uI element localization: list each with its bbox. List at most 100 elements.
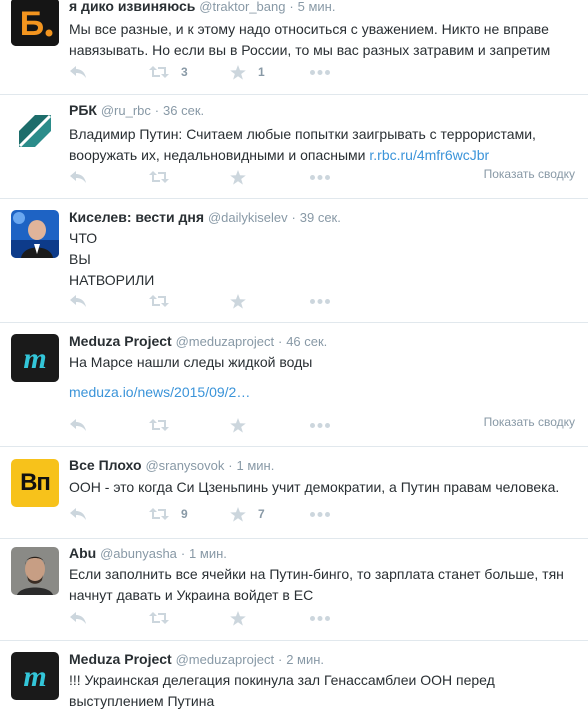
tweet-link[interactable]: r.rbc.ru/4mfr6wcJbr [369,147,489,163]
username[interactable]: @meduzaproject [176,652,274,667]
more-dots-icon [310,298,330,304]
separator: · [277,334,283,349]
tweet-text: Мы все разные, и к этому надо относиться… [69,21,551,58]
favorite-button[interactable] [230,608,246,628]
retweet-icon [149,66,169,78]
reply-button[interactable] [69,167,87,187]
timestamp[interactable]: 46 сек. [286,334,327,349]
retweet-icon [149,419,169,431]
retweet-icon [149,295,169,307]
tweet[interactable]: Вп Все Плохо @sranysovok · 1 мин. ООН - … [0,447,588,539]
separator: · [228,458,233,473]
timestamp[interactable]: 5 мин. [298,0,336,14]
retweet-button[interactable] [149,608,169,628]
tweet[interactable]: m Meduza Project @meduzaproject · 2 мин.… [0,641,588,722]
username[interactable]: @meduzaproject [176,334,274,349]
retweet-count: 3 [181,65,188,79]
tweet-header: РБК @ru_rbc · 36 сек. [69,100,578,120]
favorite-button[interactable] [230,167,246,187]
tweet[interactable]: m Meduza Project @meduzaproject · 46 сек… [0,323,588,447]
tweet-link[interactable]: meduza.io/news/2015/09/2… [69,382,578,403]
fullname[interactable]: я дико извиняюсь [69,0,195,14]
reply-icon [70,419,86,431]
rbc-logo-icon [11,107,59,155]
reply-button[interactable] [69,62,87,82]
more-button[interactable] [310,608,330,628]
avatar[interactable]: Вп [11,459,59,507]
timestamp[interactable]: 2 мин. [286,652,324,667]
tweet[interactable]: Abu @abunyasha · 1 мин. Если заполнить в… [0,539,588,641]
favorite-button[interactable]: 7 [230,504,265,524]
retweet-button[interactable]: 3 [149,62,188,82]
retweet-button[interactable] [149,415,169,435]
tweet-actions: 9 7 [69,504,578,524]
more-button[interactable] [310,504,330,524]
fullname[interactable]: Киселев: вести дня [69,209,204,225]
favorite-button[interactable]: 1 [230,62,265,82]
username[interactable]: @traktor_bang [199,0,285,14]
meduza-logo-icon: m [11,652,59,700]
favorite-button[interactable] [230,415,246,435]
fullname[interactable]: Meduza Project [69,651,172,667]
star-icon [230,417,246,433]
avatar[interactable] [11,107,59,155]
timestamp[interactable]: 1 мин. [237,458,275,473]
fullname[interactable]: Все Плохо [69,457,142,473]
retweet-button[interactable] [149,167,169,187]
favorite-button[interactable] [230,291,246,311]
username[interactable]: @ru_rbc [101,103,151,118]
tweet-text: ООН - это когда Си Цзеньпинь учит демокр… [69,479,560,495]
separator: · [277,652,283,667]
reply-button[interactable] [69,415,87,435]
retweet-button[interactable]: 9 [149,504,188,524]
retweet-icon [149,508,169,520]
tweet-actions [69,291,578,311]
tweet-actions [69,608,578,628]
timestamp[interactable]: 36 сек. [163,103,204,118]
svg-text:Б: Б [20,5,44,43]
username[interactable]: @dailykiselev [208,210,288,225]
tweet-timeline: Б я дико извиняюсь @traktor_bang · 5 мин… [0,0,588,722]
more-button[interactable] [310,167,330,187]
star-icon [230,293,246,309]
avatar[interactable]: m [11,652,59,700]
more-button[interactable] [310,415,330,435]
avatar[interactable] [11,547,59,595]
reply-icon [70,66,86,78]
vp-logo-text: Вп [20,469,51,496]
more-button[interactable] [310,291,330,311]
timestamp[interactable]: 1 мин. [189,546,227,561]
avatar[interactable]: m [11,334,59,382]
tweet-text: ЧТО ВЫ НАТВОРИЛИ [69,228,578,291]
fullname[interactable]: Meduza Project [69,333,172,349]
tweet-text: Владимир Путин: Считаем любые попытки за… [69,124,578,166]
svg-text:m: m [23,660,46,693]
avatar[interactable]: Б [11,0,59,46]
reply-button[interactable] [69,504,87,524]
more-dots-icon [310,615,330,621]
separator: · [154,103,160,118]
retweet-button[interactable] [149,291,169,311]
username[interactable]: @sranysovok [145,458,224,473]
timestamp[interactable]: 39 сек. [300,210,341,225]
more-dots-icon [310,511,330,517]
avatar[interactable] [11,210,59,258]
tweet[interactable]: РБК @ru_rbc · 36 сек. Владимир Путин: Сч… [0,95,588,199]
tweet-actions: 3 1 [69,62,578,82]
fullname[interactable]: Abu [69,545,96,561]
fullname[interactable]: РБК [69,102,97,118]
reply-button[interactable] [69,608,87,628]
tweet-header: Abu @abunyasha · 1 мин. [69,543,578,563]
show-summary-link[interactable]: Показать сводку [484,167,575,181]
more-button[interactable] [310,62,330,82]
person-photo-icon [11,547,59,595]
meduza-logo-icon: m [11,334,59,382]
star-icon [230,506,246,522]
tweet[interactable]: Б я дико извиняюсь @traktor_bang · 5 мин… [0,0,588,95]
reply-button[interactable] [69,291,87,311]
separator: · [180,546,186,561]
tweet[interactable]: Киселев: вести дня @dailykiselev · 39 се… [0,199,588,323]
show-summary-link[interactable]: Показать сводку [484,415,575,429]
username[interactable]: @abunyasha [100,546,177,561]
svg-text:m: m [23,342,46,375]
